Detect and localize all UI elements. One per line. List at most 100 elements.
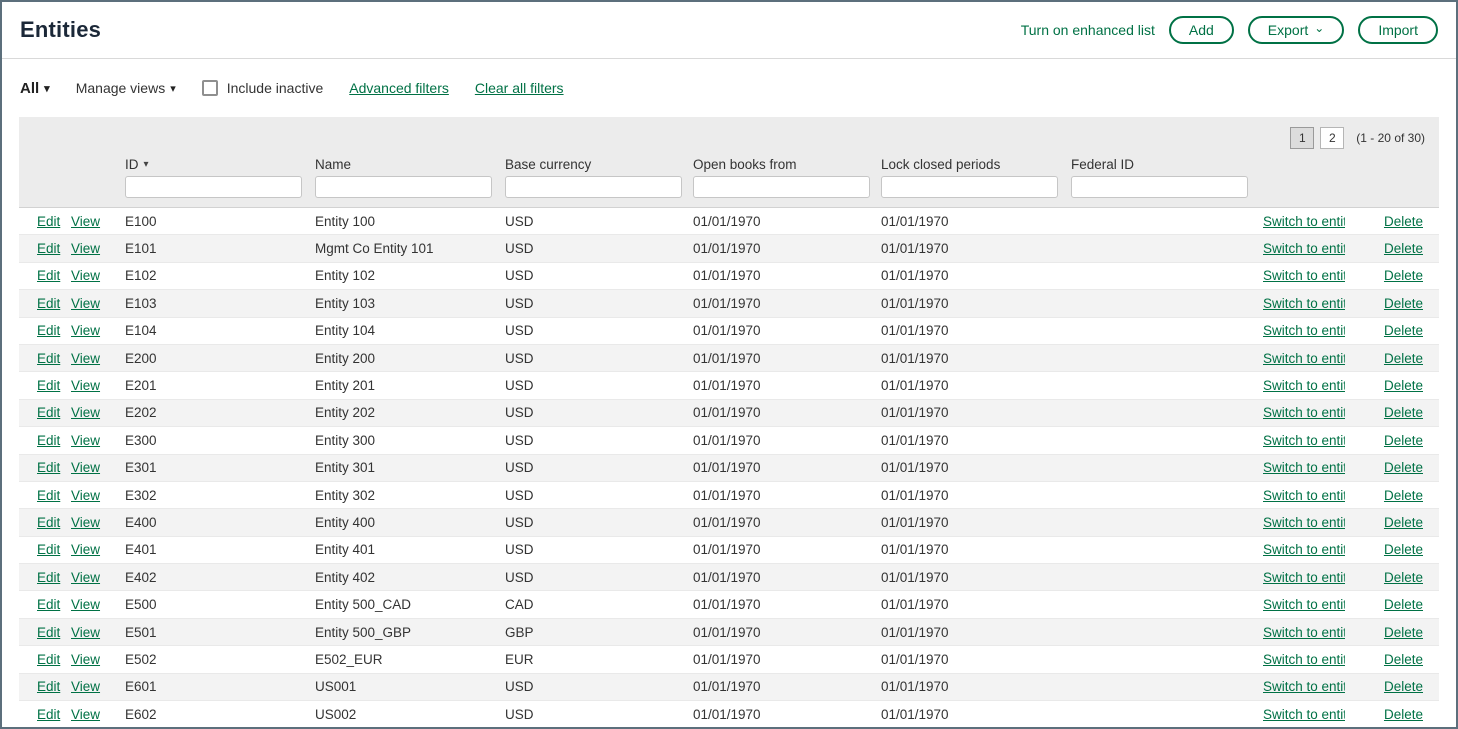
view-link[interactable]: View: [71, 323, 100, 338]
switch-to-entity-link[interactable]: Switch to entity: [1263, 542, 1345, 557]
view-link[interactable]: View: [71, 351, 100, 366]
filter-input-base-currency[interactable]: [505, 176, 682, 198]
edit-link[interactable]: Edit: [37, 679, 60, 694]
filter-input-name[interactable]: [315, 176, 492, 198]
edit-link[interactable]: Edit: [37, 323, 60, 338]
column-header-lock-closed-periods[interactable]: Lock closed periods: [881, 157, 1071, 172]
view-link[interactable]: View: [71, 597, 100, 612]
add-button[interactable]: Add: [1169, 16, 1234, 44]
view-link[interactable]: View: [71, 542, 100, 557]
delete-link[interactable]: Delete: [1384, 460, 1423, 475]
view-link[interactable]: View: [71, 570, 100, 585]
edit-link[interactable]: Edit: [37, 488, 60, 503]
filter-input-open-books-from[interactable]: [693, 176, 870, 198]
switch-to-entity-link[interactable]: Switch to entity: [1263, 214, 1345, 229]
include-inactive-checkbox[interactable]: [202, 80, 218, 96]
edit-link[interactable]: Edit: [37, 570, 60, 585]
edit-link[interactable]: Edit: [37, 707, 60, 722]
edit-link[interactable]: Edit: [37, 460, 60, 475]
advanced-filters-link[interactable]: Advanced filters: [349, 80, 449, 96]
clear-all-filters-link[interactable]: Clear all filters: [475, 80, 564, 96]
edit-link[interactable]: Edit: [37, 515, 60, 530]
edit-link[interactable]: Edit: [37, 652, 60, 667]
edit-link[interactable]: Edit: [37, 597, 60, 612]
switch-to-entity-link[interactable]: Switch to entity: [1263, 268, 1345, 283]
delete-link[interactable]: Delete: [1384, 707, 1423, 722]
column-header-name[interactable]: Name: [315, 157, 505, 172]
delete-link[interactable]: Delete: [1384, 515, 1423, 530]
switch-to-entity-link[interactable]: Switch to entity: [1263, 405, 1345, 420]
view-link[interactable]: View: [71, 378, 100, 393]
delete-link[interactable]: Delete: [1384, 433, 1423, 448]
switch-to-entity-link[interactable]: Switch to entity: [1263, 241, 1345, 256]
edit-link[interactable]: Edit: [37, 433, 60, 448]
delete-link[interactable]: Delete: [1384, 570, 1423, 585]
switch-to-entity-link[interactable]: Switch to entity: [1263, 378, 1345, 393]
edit-link[interactable]: Edit: [37, 214, 60, 229]
delete-link[interactable]: Delete: [1384, 268, 1423, 283]
edit-link[interactable]: Edit: [37, 625, 60, 640]
switch-to-entity-link[interactable]: Switch to entity: [1263, 707, 1345, 722]
edit-link[interactable]: Edit: [37, 542, 60, 557]
page-button-2[interactable]: 2: [1320, 127, 1344, 149]
enhanced-list-link[interactable]: Turn on enhanced list: [1021, 22, 1155, 38]
view-link[interactable]: View: [71, 241, 100, 256]
switch-to-entity-link[interactable]: Switch to entity: [1263, 652, 1345, 667]
view-link[interactable]: View: [71, 625, 100, 640]
edit-link[interactable]: Edit: [37, 378, 60, 393]
manage-views-dropdown[interactable]: Manage views ▾: [76, 80, 176, 96]
view-link[interactable]: View: [71, 488, 100, 503]
view-link[interactable]: View: [71, 515, 100, 530]
switch-to-entity-link[interactable]: Switch to entity: [1263, 597, 1345, 612]
delete-link[interactable]: Delete: [1384, 597, 1423, 612]
switch-to-entity-link[interactable]: Switch to entity: [1263, 679, 1345, 694]
view-link[interactable]: View: [71, 707, 100, 722]
include-inactive-label[interactable]: Include inactive: [202, 80, 324, 96]
delete-link[interactable]: Delete: [1384, 405, 1423, 420]
delete-link[interactable]: Delete: [1384, 351, 1423, 366]
view-link[interactable]: View: [71, 652, 100, 667]
switch-to-entity-link[interactable]: Switch to entity: [1263, 460, 1345, 475]
switch-to-entity-link[interactable]: Switch to entity: [1263, 570, 1345, 585]
view-link[interactable]: View: [71, 214, 100, 229]
switch-to-entity-link[interactable]: Switch to entity: [1263, 433, 1345, 448]
edit-link[interactable]: Edit: [37, 296, 60, 311]
delete-link[interactable]: Delete: [1384, 378, 1423, 393]
delete-link[interactable]: Delete: [1384, 679, 1423, 694]
edit-link[interactable]: Edit: [37, 268, 60, 283]
column-header-base-currency[interactable]: Base currency: [505, 157, 693, 172]
switch-to-entity-link[interactable]: Switch to entity: [1263, 351, 1345, 366]
switch-to-entity-link[interactable]: Switch to entity: [1263, 625, 1345, 640]
delete-link[interactable]: Delete: [1384, 323, 1423, 338]
delete-link[interactable]: Delete: [1384, 542, 1423, 557]
export-button[interactable]: Export ⌄: [1248, 16, 1345, 44]
edit-link[interactable]: Edit: [37, 241, 60, 256]
import-button[interactable]: Import: [1358, 16, 1438, 44]
delete-link[interactable]: Delete: [1384, 241, 1423, 256]
switch-to-entity-link[interactable]: Switch to entity: [1263, 515, 1345, 530]
filter-input-id[interactable]: [125, 176, 302, 198]
view-link[interactable]: View: [71, 433, 100, 448]
delete-link[interactable]: Delete: [1384, 214, 1423, 229]
filter-input-lock-closed-periods[interactable]: [881, 176, 1058, 198]
filter-input-federal-id[interactable]: [1071, 176, 1248, 198]
switch-to-entity-link[interactable]: Switch to entity: [1263, 488, 1345, 503]
column-header-id[interactable]: ID ▾: [125, 157, 315, 172]
view-link[interactable]: View: [71, 405, 100, 420]
column-header-open-books-from[interactable]: Open books from: [693, 157, 881, 172]
delete-link[interactable]: Delete: [1384, 296, 1423, 311]
view-selector-dropdown[interactable]: All ▾: [20, 80, 50, 97]
switch-to-entity-link[interactable]: Switch to entity: [1263, 296, 1345, 311]
view-link[interactable]: View: [71, 460, 100, 475]
delete-link[interactable]: Delete: [1384, 652, 1423, 667]
page-button-1[interactable]: 1: [1290, 127, 1314, 149]
view-link[interactable]: View: [71, 679, 100, 694]
delete-link[interactable]: Delete: [1384, 625, 1423, 640]
edit-link[interactable]: Edit: [37, 405, 60, 420]
switch-to-entity-link[interactable]: Switch to entity: [1263, 323, 1345, 338]
edit-link[interactable]: Edit: [37, 351, 60, 366]
view-link[interactable]: View: [71, 296, 100, 311]
column-header-federal-id[interactable]: Federal ID: [1071, 157, 1263, 172]
view-link[interactable]: View: [71, 268, 100, 283]
delete-link[interactable]: Delete: [1384, 488, 1423, 503]
